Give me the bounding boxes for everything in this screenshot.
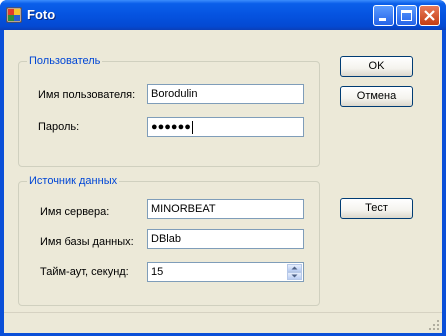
window-title: Foto <box>27 7 56 22</box>
maximize-button[interactable] <box>396 5 417 26</box>
username-field[interactable]: Borodulin <box>147 84 304 104</box>
close-button[interactable] <box>419 5 440 26</box>
server-label: Имя сервера: <box>40 206 110 218</box>
timeout-stepper[interactable]: 15 <box>147 262 304 282</box>
database-field[interactable]: DBlab <box>147 229 304 249</box>
close-icon <box>424 10 435 21</box>
test-button[interactable]: Тест <box>340 198 413 219</box>
ok-button[interactable]: OK <box>340 56 413 77</box>
cancel-button[interactable]: Отмена <box>340 86 413 107</box>
minimize-button[interactable] <box>373 5 394 26</box>
datasource-group-title: Источник данных <box>27 175 120 188</box>
server-field[interactable]: MINORBEAT <box>147 199 304 219</box>
dialog-client-area: Пользователь Имя пользователя: Borodulin… <box>4 30 442 333</box>
database-label: Имя базы данных: <box>40 236 134 248</box>
user-group-title: Пользователь <box>27 55 103 68</box>
password-label: Пароль: <box>38 121 80 133</box>
timeout-value: 15 <box>151 266 164 278</box>
maximize-icon <box>401 10 412 21</box>
title-bar[interactable]: Foto <box>0 0 446 30</box>
status-bar <box>4 312 442 333</box>
timeout-label: Тайм-аут, секунд: <box>40 266 129 278</box>
dialog-window: Foto Пользователь Имя пользователя: Boro… <box>0 0 446 336</box>
password-field[interactable]: ●●●●●● <box>147 117 304 137</box>
text-caret <box>191 120 193 134</box>
resize-grip-icon[interactable] <box>428 319 440 331</box>
arrow-down-icon <box>291 274 298 278</box>
spin-down-button[interactable] <box>287 272 302 280</box>
user-groupbox: Пользователь <box>18 55 320 167</box>
arrow-up-icon <box>291 266 298 270</box>
timeout-spinner <box>287 264 302 280</box>
app-icon <box>6 7 22 23</box>
password-mask: ●●●●●● <box>151 121 191 133</box>
username-label: Имя пользователя: <box>38 89 136 101</box>
minimize-icon <box>379 18 386 21</box>
spin-up-button[interactable] <box>287 264 302 272</box>
